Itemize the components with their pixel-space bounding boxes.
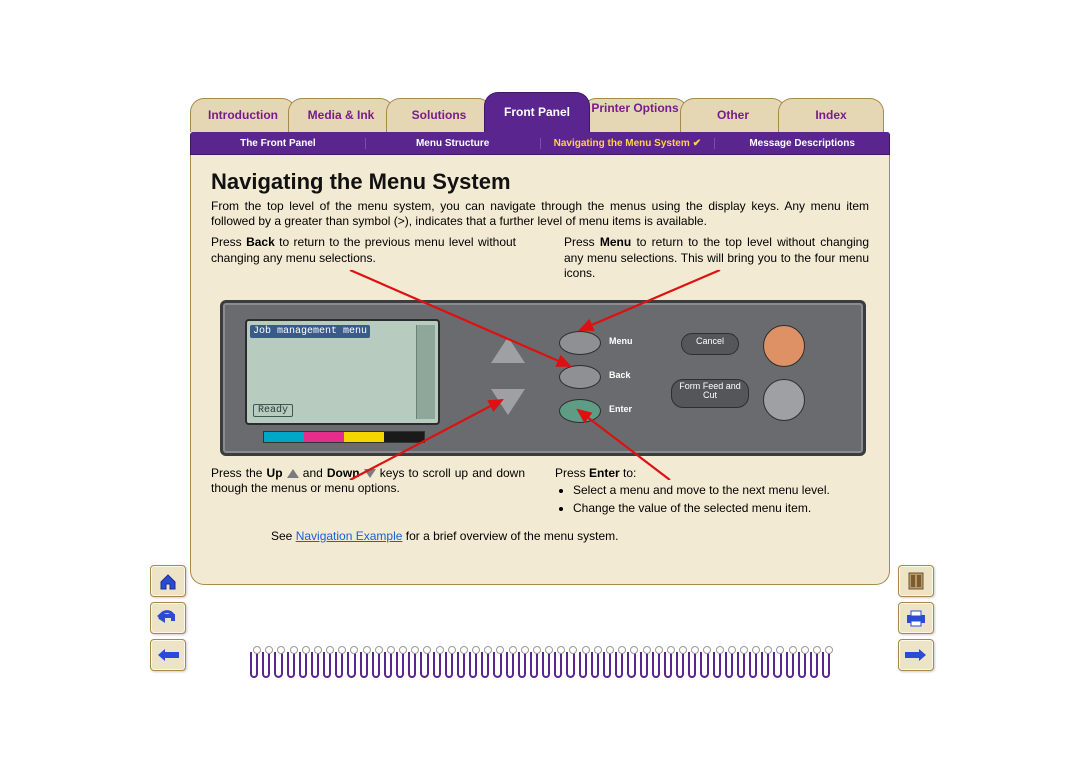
back-nav-button[interactable] <box>150 602 186 634</box>
subtab-message-desc[interactable]: Message Descriptions <box>715 138 889 149</box>
prev-page-button[interactable] <box>150 639 186 671</box>
formfeed-pill: Form Feed and Cut <box>671 379 749 408</box>
front-panel-illustration: Job management menu Ready Menu Back Ente… <box>220 300 860 456</box>
tab-printer-options-label: Printer Options <box>591 101 678 115</box>
enter-bullet-1: Select a menu and move to the next menu … <box>573 483 869 499</box>
check-icon: ✔ <box>693 138 701 149</box>
tab-printer-options[interactable]: Printer Options <box>582 98 688 132</box>
enter-description: Press Enter to: Select a menu and move t… <box>555 466 869 519</box>
cancel-pill: Cancel <box>681 333 739 355</box>
page-title: Navigating the Menu System <box>211 169 869 195</box>
enter-button-label: Enter <box>609 404 669 414</box>
enter-bullet-2: Change the value of the selected menu it… <box>573 501 869 517</box>
printer-icon <box>905 609 927 627</box>
down-arrow-button <box>491 389 525 415</box>
spiral-binding <box>250 652 830 680</box>
up-arrow-button <box>491 337 525 363</box>
down-triangle-icon <box>364 469 376 478</box>
subtab-menu-structure[interactable]: Menu Structure <box>366 138 541 149</box>
menu-button-shape <box>559 331 601 355</box>
navigation-example-link[interactable]: Navigation Example <box>296 529 403 543</box>
updown-description: Press the Up and Down keys to scroll up … <box>211 466 525 519</box>
up-triangle-icon <box>287 469 299 478</box>
left-hand-icon <box>157 648 179 662</box>
tab-front-panel[interactable]: Front Panel <box>484 92 590 132</box>
intro-text: From the top level of the menu system, y… <box>211 199 869 229</box>
main-tabs: Introduction Media & Ink Solutions Front… <box>190 90 890 132</box>
lcd-screen: Job management menu Ready <box>245 319 440 425</box>
tab-media-ink[interactable]: Media & Ink <box>288 98 394 132</box>
tab-introduction[interactable]: Introduction <box>190 98 296 132</box>
tab-other[interactable]: Other <box>680 98 786 132</box>
exit-button[interactable] <box>898 565 934 597</box>
lcd-status: Ready <box>253 404 293 417</box>
back-button-label: Back <box>609 370 669 380</box>
home-button[interactable] <box>150 565 186 597</box>
see-also: See Navigation Example for a brief overv… <box>271 529 869 543</box>
print-button[interactable] <box>898 602 934 634</box>
back-button-shape <box>559 365 601 389</box>
content-panel: Navigating the Menu System From the top … <box>190 155 890 585</box>
subtab-front-panel[interactable]: The Front Panel <box>191 138 366 149</box>
back-description: Press Back to return to the previous men… <box>211 235 516 282</box>
ink-indicator <box>263 431 425 443</box>
menu-button-label: Menu <box>609 336 669 346</box>
formfeed-button-shape <box>763 379 805 421</box>
back-arrow-icon <box>157 609 179 627</box>
cancel-button-shape <box>763 325 805 367</box>
next-page-button[interactable] <box>898 639 934 671</box>
sub-tabs: The Front Panel Menu Structure Navigatin… <box>190 132 890 155</box>
subtab-navigating[interactable]: Navigating the Menu System✔ <box>541 138 716 149</box>
menu-description: Press Menu to return to the top level wi… <box>564 235 869 282</box>
right-hand-icon <box>905 648 927 662</box>
door-icon <box>906 571 926 591</box>
lcd-menu-title: Job management menu <box>250 325 370 338</box>
tab-solutions[interactable]: Solutions <box>386 98 492 132</box>
lcd-icon-strip <box>416 325 435 419</box>
enter-button-shape <box>559 399 601 423</box>
home-icon <box>158 572 178 590</box>
subtab-navigating-label: Navigating the Menu System <box>554 138 690 149</box>
tab-index[interactable]: Index <box>778 98 884 132</box>
